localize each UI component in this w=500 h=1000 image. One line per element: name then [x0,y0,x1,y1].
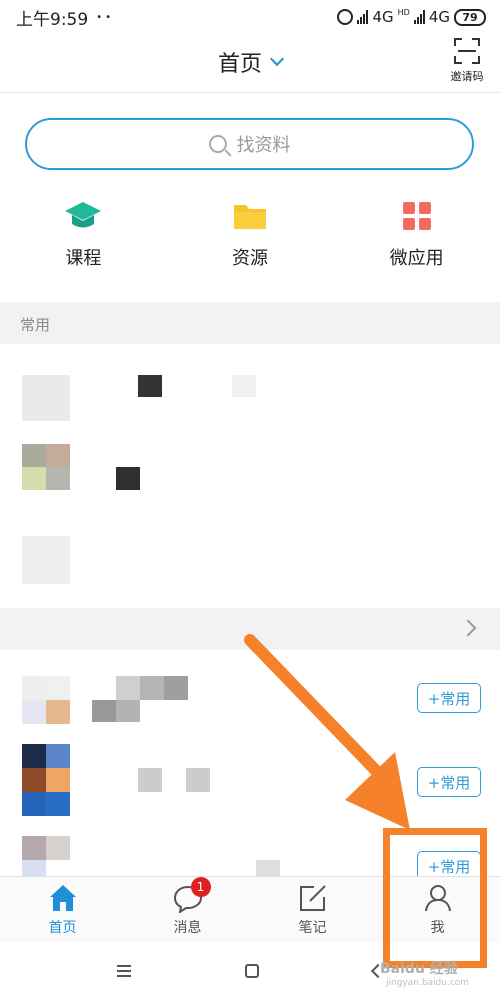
watermark: Baidu 经验 [380,961,458,977]
annotation-highlight-box [383,828,487,968]
watermark-sub: jingyan.baidu.com [386,978,470,988]
